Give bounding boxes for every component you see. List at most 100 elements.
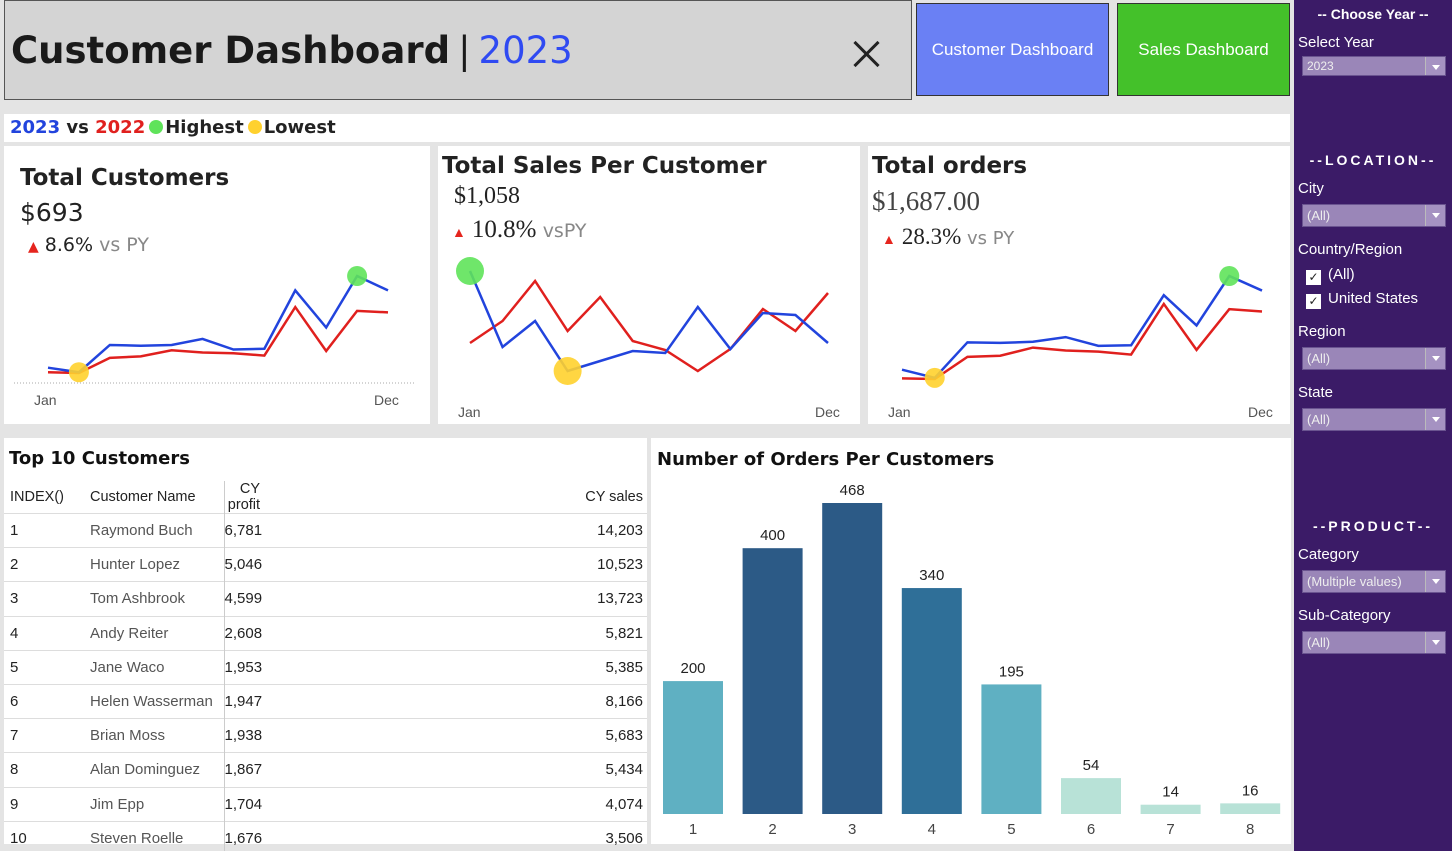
row-cy-sales: 4,074 xyxy=(476,786,647,822)
row-customer-name: Hunter Lopez xyxy=(84,547,225,582)
row-index: 3 xyxy=(4,581,84,617)
region-value: (All) xyxy=(1307,351,1331,366)
chevron-down-icon xyxy=(1425,205,1445,226)
row-customer-name: Raymond Buch xyxy=(84,512,225,548)
region-label: Region xyxy=(1298,323,1346,340)
bar-value-label: 400 xyxy=(760,527,785,544)
table-title: Top 10 Customers xyxy=(9,448,190,469)
country-option-all-label: (All) xyxy=(1328,266,1355,283)
row-index: 1 xyxy=(4,512,84,548)
chevron-down-icon xyxy=(1425,571,1445,592)
country-option-all[interactable]: ✓ (All) xyxy=(1306,266,1355,285)
bar xyxy=(1220,803,1281,814)
x-tick-label: 1 xyxy=(689,821,697,838)
subcategory-dropdown[interactable]: (All) xyxy=(1302,631,1446,654)
x-axis-start: Jan xyxy=(34,392,57,408)
legend-strip: 2023 vs 2022 Highest Lowest xyxy=(4,114,1290,142)
bar-value-label: 468 xyxy=(840,482,865,499)
legend-current-year: 2023 xyxy=(10,117,61,138)
table-row[interactable]: 1 Raymond Buch 6,781 14,203 xyxy=(4,512,647,548)
x-tick-label: 7 xyxy=(1166,821,1174,838)
row-cy-sales: 5,385 xyxy=(476,649,647,685)
row-index: 6 xyxy=(4,683,84,719)
chevron-down-icon xyxy=(1425,409,1445,430)
series-line-2023 xyxy=(47,274,389,374)
table-row[interactable]: 9 Jim Epp 1,704 4,074 xyxy=(4,786,647,822)
row-cy-profit: 1,867 xyxy=(224,752,477,787)
bar-value-label: 195 xyxy=(999,663,1024,680)
table-row[interactable]: 2 Hunter Lopez 5,046 10,523 xyxy=(4,547,647,582)
state-dropdown[interactable]: (All) xyxy=(1302,408,1446,431)
row-cy-sales: 13,723 xyxy=(476,581,647,617)
col-header-profit[interactable]: CY profit xyxy=(224,481,476,514)
row-customer-name: Brian Moss xyxy=(84,718,225,753)
table-row[interactable]: 6 Helen Wasserman 1,947 8,166 xyxy=(4,683,647,719)
row-cy-sales: 10,523 xyxy=(476,547,647,582)
country-option-us[interactable]: ✓ United States xyxy=(1306,290,1418,309)
row-cy-sales: 5,434 xyxy=(476,752,647,787)
state-value: (All) xyxy=(1307,412,1331,427)
legend-lowest: Lowest xyxy=(263,117,336,138)
row-index: 10 xyxy=(4,820,84,851)
bar xyxy=(901,588,962,814)
table-row[interactable]: 3 Tom Ashbrook 4,599 13,723 xyxy=(4,581,647,617)
row-cy-profit: 1,947 xyxy=(224,683,477,719)
row-index: 9 xyxy=(4,786,84,822)
top-customers-table-card: Top 10 Customers INDEX() Customer Name C… xyxy=(4,438,647,851)
chevron-down-icon xyxy=(1425,348,1445,369)
table-row[interactable]: 4 Andy Reiter 2,608 5,821 xyxy=(4,615,647,651)
chevron-down-icon xyxy=(1425,57,1445,75)
x-axis-start: Jan xyxy=(888,404,911,420)
row-cy-profit: 1,704 xyxy=(224,786,477,822)
x-tick-label: 2 xyxy=(768,821,776,838)
kpi-card-total-customers: Total Customers $693 ▲ 8.6% vs PY Jan Dec xyxy=(4,146,430,424)
select-year-dropdown[interactable]: 2023 xyxy=(1302,56,1446,76)
bar-value-label: 340 xyxy=(919,567,944,584)
lowest-dot-icon xyxy=(247,120,262,134)
location-heading: --LOCATION-- xyxy=(1309,152,1437,168)
x-tick-label: 8 xyxy=(1246,821,1254,838)
choose-year-heading: -- Choose Year -- xyxy=(1317,6,1429,22)
close-x-icon[interactable] xyxy=(845,33,887,75)
row-index: 8 xyxy=(4,752,84,787)
category-dropdown[interactable]: (Multiple values) xyxy=(1302,570,1446,593)
city-dropdown[interactable]: (All) xyxy=(1302,204,1446,227)
table-row[interactable]: 8 Alan Dominguez 1,867 5,434 xyxy=(4,752,647,787)
row-cy-profit: 2,608 xyxy=(224,615,477,651)
title-separator: | xyxy=(458,29,471,72)
lowest-marker xyxy=(553,357,582,385)
row-customer-name: Jane Waco xyxy=(84,649,225,685)
row-customer-name: Tom Ashbrook xyxy=(84,581,225,617)
region-dropdown[interactable]: (All) xyxy=(1302,347,1446,370)
category-label: Category xyxy=(1298,546,1359,563)
highest-marker xyxy=(456,257,484,285)
customer-dashboard-button[interactable]: Customer Dashboard xyxy=(916,3,1109,96)
row-customer-name: Andy Reiter xyxy=(84,615,225,651)
bar xyxy=(663,681,723,814)
select-year-value: 2023 xyxy=(1307,59,1334,73)
row-index: 4 xyxy=(4,615,84,651)
highest-marker xyxy=(347,266,368,286)
row-cy-sales: 5,683 xyxy=(476,718,647,753)
sales-dashboard-button[interactable]: Sales Dashboard xyxy=(1117,3,1290,96)
checkbox-checked-icon[interactable]: ✓ xyxy=(1306,294,1321,309)
table-row[interactable]: 10 Steven Roelle 1,676 3,506 xyxy=(4,820,647,851)
col-header-name[interactable]: Customer Name xyxy=(84,481,225,514)
row-cy-sales: 14,203 xyxy=(476,512,647,548)
bar-value-label: 200 xyxy=(680,660,705,677)
series-line-2023 xyxy=(901,274,1263,380)
table-row[interactable]: 5 Jane Waco 1,953 5,385 xyxy=(4,649,647,685)
header-title-box: Customer Dashboard | 2023 xyxy=(4,0,912,100)
col-header-sales[interactable]: CY sales xyxy=(476,481,647,514)
legend-highest: Highest xyxy=(165,117,244,138)
x-tick-label: 5 xyxy=(1007,821,1015,838)
series-line-2023 xyxy=(468,270,829,373)
row-cy-sales: 3,506 xyxy=(476,820,647,851)
col-header-index[interactable]: INDEX() xyxy=(4,481,84,514)
kpi-card-sales-per-customer: Total Sales Per Customer $1,058 ▲ 10.8% v… xyxy=(438,146,860,424)
country-option-us-label: United States xyxy=(1328,290,1419,307)
checkbox-checked-icon[interactable]: ✓ xyxy=(1306,270,1321,285)
table-row[interactable]: 7 Brian Moss 1,938 5,683 xyxy=(4,718,647,753)
bar-value-label: 16 xyxy=(1242,782,1259,799)
series-line-2022 xyxy=(47,304,389,375)
